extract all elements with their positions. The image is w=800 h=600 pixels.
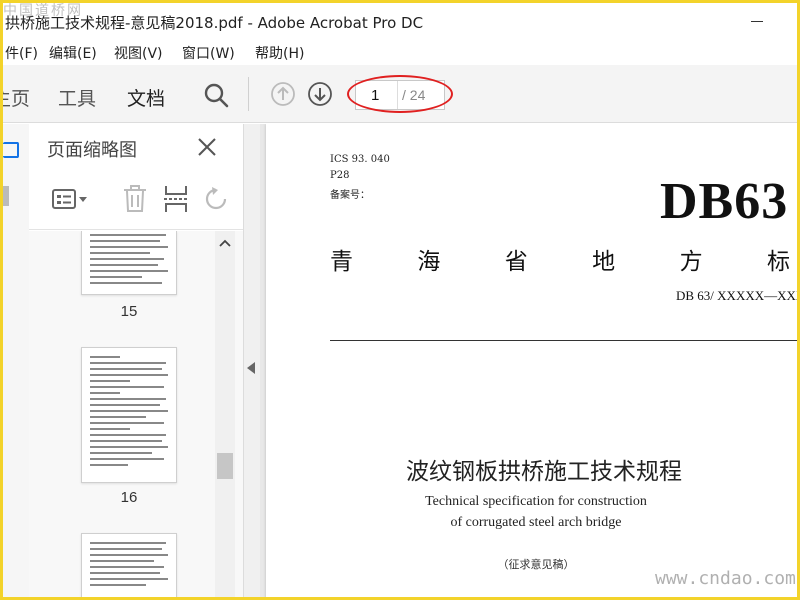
menu-view[interactable]: 视图(V) — [114, 43, 163, 63]
delete-page-icon[interactable] — [122, 185, 148, 213]
panel-toolbar — [29, 170, 243, 230]
main-toolbar: 主页 工具 文档 / 24 — [0, 65, 797, 123]
standard-type-heading: 青 海 省 地 方 标 — [330, 249, 790, 275]
minimize-button[interactable] — [751, 21, 763, 22]
page-thumbnail[interactable] — [81, 231, 177, 295]
rotate-page-icon[interactable] — [203, 186, 229, 212]
thumbnail-page-number: 16 — [120, 489, 138, 506]
standard-code: DB 63/ XXXXX—XXX — [676, 288, 797, 303]
watermark-top-left: 中国道桥网 — [3, 3, 83, 19]
search-icon[interactable] — [203, 82, 229, 108]
thumbnail-options-icon[interactable] — [51, 188, 89, 210]
document-title-en-line1: Technical specification for construction — [425, 494, 647, 509]
menu-edit[interactable]: 编辑(E) — [49, 43, 97, 63]
scrollbar-thumb[interactable] — [217, 453, 233, 479]
left-nav-strip — [3, 124, 29, 597]
scroll-up-icon[interactable] — [219, 239, 231, 247]
page-thumbnail[interactable] — [81, 533, 177, 597]
menu-bar: 件(F) 编辑(E) 视图(V) 窗口(W) 帮助(H) — [3, 39, 797, 65]
next-page-icon[interactable] — [307, 81, 333, 107]
previous-page-icon[interactable] — [270, 81, 296, 107]
bookmarks-icon[interactable] — [3, 186, 9, 206]
draft-note: （征求意见稿） — [497, 558, 575, 571]
ics-code: ICS 93. 040 — [330, 154, 390, 165]
horizontal-rule — [330, 340, 797, 341]
panel-title: 页面缩略图 — [47, 140, 137, 161]
watermark-bottom-right: www.cndao.com — [655, 568, 796, 589]
standard-prefix: DB63 — [660, 173, 789, 230]
toolbar-separator — [248, 77, 249, 111]
collapse-arrow-icon[interactable] — [247, 362, 255, 374]
document-title-cn: 波纹钢板拱桥施工技术规程 — [406, 459, 682, 485]
title-bar: 拱桥施工技术规程-意见稿2018.pdf - Adobe Acrobat Pro… — [3, 3, 797, 39]
tab-home[interactable]: 主页 — [0, 84, 30, 111]
annotation-ellipse — [347, 75, 453, 113]
menu-help[interactable]: 帮助(H) — [255, 43, 304, 63]
close-icon[interactable] — [195, 135, 219, 159]
menu-file[interactable]: 件(F) — [5, 43, 38, 63]
thumbnail-list: 15 16 — [29, 231, 243, 597]
menu-window[interactable]: 窗口(W) — [182, 43, 235, 63]
panel-collapse-strip[interactable] — [244, 124, 260, 597]
document-title-en-line2: of corrugated steel arch bridge — [450, 515, 622, 530]
page-thumbnails-icon[interactable] — [3, 142, 19, 158]
tab-document[interactable]: 文档 — [127, 84, 165, 111]
document-view[interactable]: ICS 93. 040 P28 备案号： DB63 青 海 省 地 方 标 DB… — [260, 124, 797, 597]
page-thumbnail[interactable] — [81, 347, 177, 483]
extract-page-icon[interactable] — [163, 184, 189, 214]
pdf-page: ICS 93. 040 P28 备案号： DB63 青 海 省 地 方 标 DB… — [266, 124, 797, 597]
thumbnail-page-number: 15 — [120, 303, 138, 320]
thumbnail-scrollbar[interactable] — [215, 231, 235, 597]
tab-tools[interactable]: 工具 — [58, 84, 96, 111]
classification-code: P28 — [330, 170, 350, 181]
thumbnails-panel: 页面缩略图 15 16 — [29, 124, 244, 597]
filing-number-label: 备案号： — [330, 190, 370, 201]
